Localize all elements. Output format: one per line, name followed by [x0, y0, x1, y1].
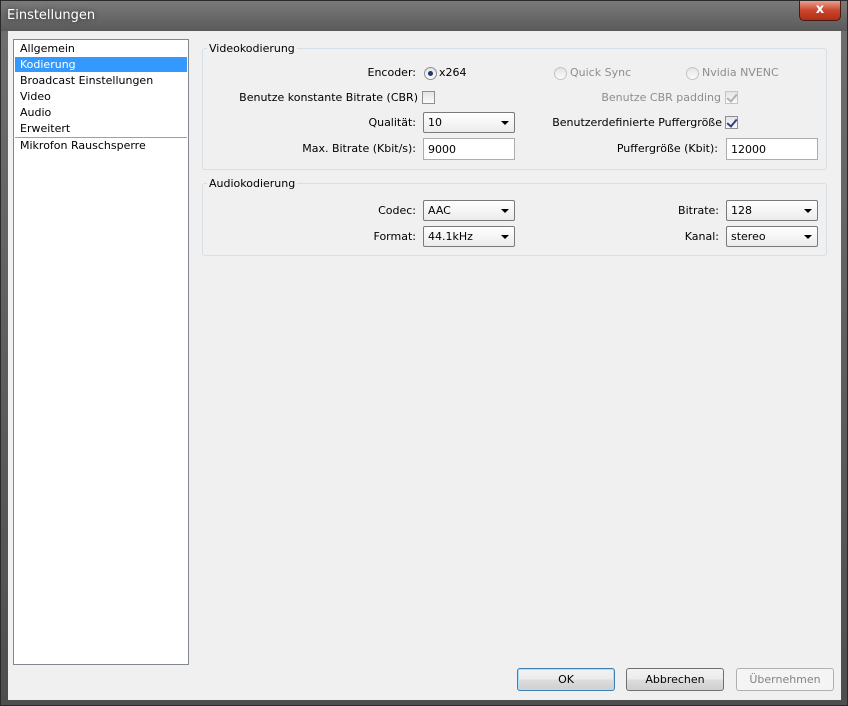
channel-label: Kanal: — [684, 230, 719, 243]
nav-item-allgemein[interactable]: Allgemein — [15, 41, 187, 56]
custom-buffer-label: Benutzerdefinierte Puffergröße — [552, 116, 722, 129]
custom-buffer-checkbox[interactable] — [725, 116, 738, 129]
max-bitrate-input[interactable]: 9000 — [423, 138, 515, 160]
encoder-x264-label: x264 — [439, 66, 467, 79]
format-label: Format: — [373, 230, 416, 243]
audio-bitrate-value: 128 — [731, 204, 752, 217]
codec-label: Codec: — [378, 204, 416, 217]
encoder-quicksync-radio[interactable] — [554, 67, 567, 80]
chevron-down-icon — [501, 235, 509, 239]
chevron-down-icon — [501, 209, 509, 213]
nav-item-mikrofon-rauschsperre[interactable]: Mikrofon Rauschsperre — [15, 138, 187, 153]
encoder-nvenc-radio[interactable] — [686, 67, 699, 80]
chevron-down-icon — [804, 209, 812, 213]
dialog-client: Allgemein Kodierung Broadcast Einstellun… — [8, 31, 841, 700]
cancel-button[interactable]: Abbrechen — [626, 668, 724, 691]
ok-button[interactable]: OK — [517, 668, 615, 691]
nav-item-kodierung[interactable]: Kodierung — [15, 57, 187, 72]
format-value: 44.1kHz — [428, 230, 473, 243]
encoder-x264-radio[interactable] — [424, 67, 437, 80]
channel-select[interactable]: stereo — [726, 226, 818, 247]
window-title: Einstellungen — [7, 8, 96, 23]
nav-item-erweitert[interactable]: Erweitert — [15, 121, 187, 136]
cbr-padding-label: Benutze CBR padding — [601, 91, 721, 104]
chevron-down-icon — [501, 121, 509, 125]
chevron-down-icon — [804, 235, 812, 239]
max-bitrate-value: 9000 — [428, 143, 456, 156]
video-encoding-group-label: Videokodierung — [207, 42, 297, 55]
audio-encoding-group-label: Audiokodierung — [207, 177, 298, 190]
nav-item-audio[interactable]: Audio — [15, 105, 187, 120]
audio-bitrate-select[interactable]: 128 — [726, 200, 818, 221]
settings-window: Einstellungen x Allgemein Kodierung Broa… — [0, 0, 848, 706]
encoder-label: Encoder: — [367, 66, 417, 79]
cbr-label: Benutze konstante Bitrate (CBR) — [239, 91, 418, 104]
channel-value: stereo — [731, 230, 766, 243]
settings-category-list[interactable]: Allgemein Kodierung Broadcast Einstellun… — [13, 39, 189, 665]
quality-value: 10 — [428, 116, 442, 129]
codec-select[interactable]: AAC — [423, 200, 515, 221]
max-bitrate-label: Max. Bitrate (Kbit/s): — [302, 142, 416, 155]
cbr-checkbox[interactable] — [422, 91, 435, 104]
buffer-size-input[interactable]: 12000 — [726, 138, 818, 160]
audio-bitrate-label: Bitrate: — [678, 204, 719, 217]
nav-item-broadcast[interactable]: Broadcast Einstellungen — [15, 73, 187, 88]
buffer-size-label: Puffergröße (Kbit): — [616, 142, 718, 155]
quality-select[interactable]: 10 — [423, 112, 515, 133]
apply-button[interactable]: Übernehmen — [736, 668, 834, 691]
encoder-nvenc-label: Nvidia NVENC — [702, 66, 779, 79]
quality-label: Qualität: — [368, 116, 416, 129]
nav-item-video[interactable]: Video — [15, 89, 187, 104]
encoder-quicksync-label: Quick Sync — [570, 66, 632, 79]
format-select[interactable]: 44.1kHz — [423, 226, 515, 247]
title-bar[interactable]: Einstellungen x — [1, 1, 847, 31]
codec-value: AAC — [428, 204, 451, 217]
close-button[interactable]: x — [799, 1, 841, 21]
close-icon: x — [815, 2, 825, 17]
cbr-padding-checkbox[interactable] — [725, 91, 738, 104]
buffer-size-value: 12000 — [731, 143, 766, 156]
